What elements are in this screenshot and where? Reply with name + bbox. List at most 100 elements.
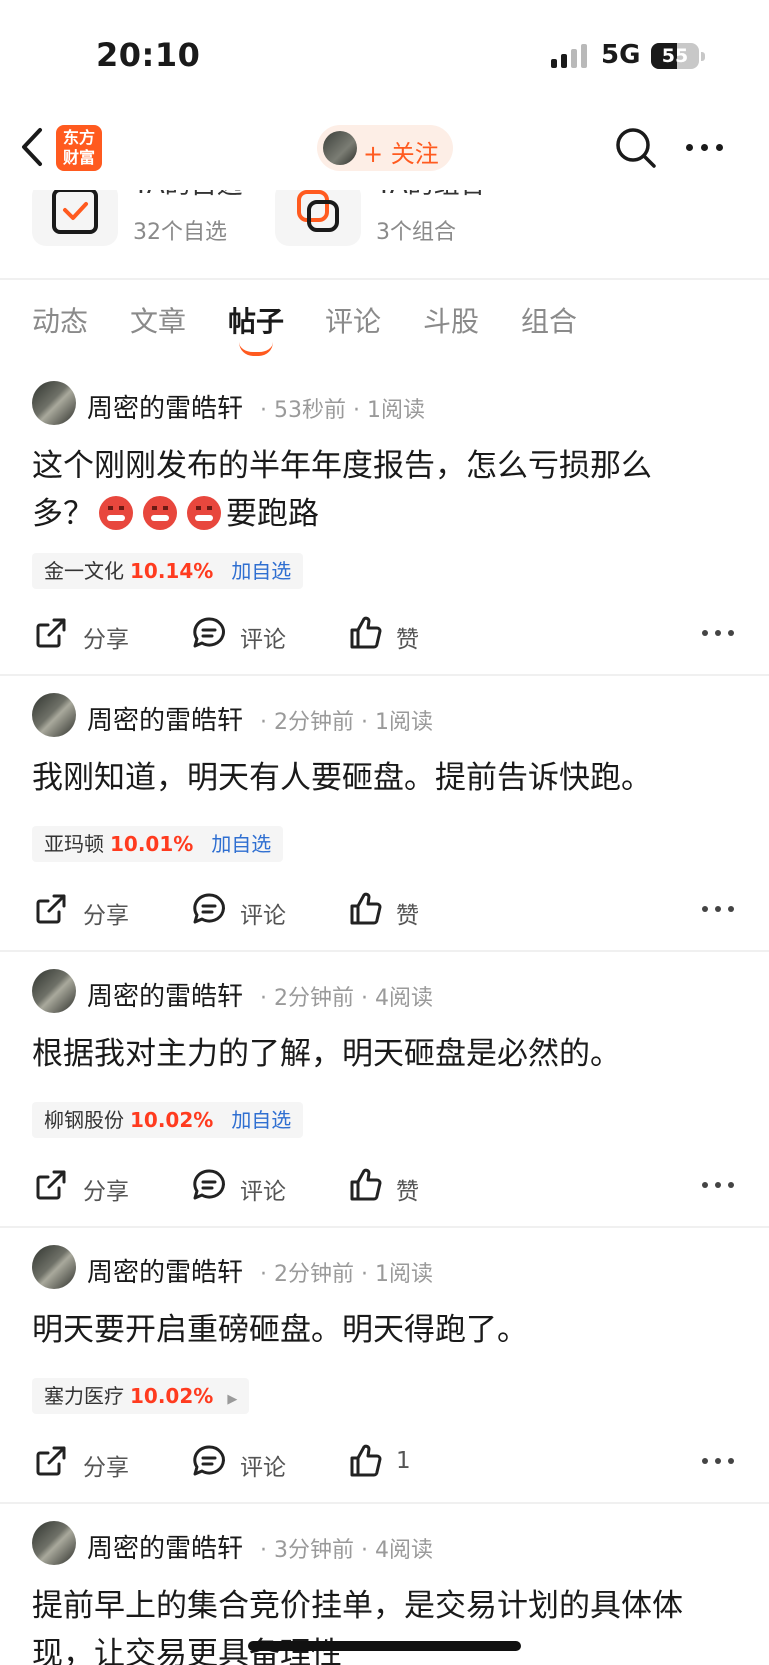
share-icon[interactable] <box>32 614 70 652</box>
stock-tag[interactable]: 塞力医疗 10.02% ▶ <box>32 1378 250 1414</box>
thumbs-up-icon[interactable] <box>346 614 384 652</box>
thumbs-up-icon[interactable] <box>346 1166 384 1204</box>
top-navigation-bar: 东方 财富 + 关注 <box>0 110 769 190</box>
post-time: 53秒前 <box>274 398 346 423</box>
like-label[interactable]: 赞 <box>396 620 419 654</box>
post-content[interactable]: 这个刚刚发布的半年年度报告，怎么亏损那么 多？ 要跑路 <box>32 442 732 538</box>
search-icon[interactable] <box>612 124 660 172</box>
comment-label[interactable]: 评论 <box>240 1172 286 1206</box>
post-more-icon[interactable] <box>702 906 734 914</box>
comment-icon[interactable] <box>190 1442 228 1480</box>
share-label[interactable]: 分享 <box>83 620 129 654</box>
post-author[interactable]: 周密的雷皓轩 <box>87 700 243 737</box>
stock-name: 柳钢股份 <box>44 1108 124 1132</box>
battery-tip <box>701 52 705 61</box>
share-icon[interactable] <box>32 1166 70 1204</box>
post-reads: 4阅读 <box>374 1538 433 1563</box>
stock-change: 10.02% <box>130 1108 214 1132</box>
post-more-icon[interactable] <box>702 630 734 638</box>
logo-text-line1: 东方 <box>62 128 95 147</box>
post-meta: · 53秒前 · 1阅读 <box>260 398 425 423</box>
tab-portfolios[interactable]: 组合 <box>521 300 577 340</box>
post-time: 2分钟前 <box>274 710 354 735</box>
logo-text-line2: 财富 <box>62 148 95 167</box>
comment-label[interactable]: 评论 <box>240 896 286 930</box>
watchlist-card-icon[interactable] <box>32 190 118 246</box>
tab-articles[interactable]: 文章 <box>130 300 186 340</box>
portfolio-icon <box>297 190 339 232</box>
add-watchlist-link[interactable]: 加自选 <box>231 559 291 583</box>
tab-stock-battle[interactable]: 斗股 <box>423 300 479 340</box>
stock-change: 10.14% <box>130 559 214 583</box>
angry-face-icon <box>99 496 133 530</box>
post-time: 2分钟前 <box>274 1262 354 1287</box>
comment-label[interactable]: 评论 <box>240 620 286 654</box>
back-arrow-icon[interactable] <box>14 124 54 170</box>
thumbs-up-icon[interactable] <box>346 1442 384 1480</box>
post-reads: 1阅读 <box>374 710 433 735</box>
post-author[interactable]: 周密的雷皓轩 <box>87 1528 243 1565</box>
portfolio-card-title: TA的组合 <box>376 190 486 201</box>
post-item[interactable]: 周密的雷皓轩 · 53秒前 · 1阅读 这个刚刚发布的半年年度报告，怎么亏损那么… <box>0 364 769 676</box>
avatar[interactable] <box>32 969 76 1013</box>
post-author[interactable]: 周密的雷皓轩 <box>87 976 243 1013</box>
stock-tag[interactable]: 亚玛顿 10.01% 加自选 <box>32 826 284 862</box>
share-icon[interactable] <box>32 1442 70 1480</box>
post-author[interactable]: 周密的雷皓轩 <box>87 1252 243 1289</box>
post-content[interactable]: 明天要开启重磅砸盘。明天得跑了。 <box>32 1306 732 1354</box>
post-content[interactable]: 我刚知道，明天有人要砸盘。提前告诉快跑。 <box>32 754 732 802</box>
post-meta: · 2分钟前 · 1阅读 <box>260 710 433 735</box>
share-label[interactable]: 分享 <box>83 1448 129 1482</box>
share-label[interactable]: 分享 <box>83 1172 129 1206</box>
post-author[interactable]: 周密的雷皓轩 <box>87 388 243 425</box>
like-label[interactable]: 赞 <box>396 896 419 930</box>
home-indicator[interactable] <box>248 1641 521 1651</box>
avatar[interactable] <box>32 381 76 425</box>
tab-dynamics[interactable]: 动态 <box>32 300 88 340</box>
portfolio-card-icon[interactable] <box>275 190 361 246</box>
follow-button[interactable]: + 关注 <box>317 125 453 171</box>
add-watchlist-link[interactable]: 加自选 <box>211 832 271 856</box>
post-meta: · 2分钟前 · 4阅读 <box>260 986 433 1011</box>
post-time: 3分钟前 <box>274 1538 354 1563</box>
add-watchlist-link[interactable]: 加自选 <box>231 1108 291 1132</box>
comment-icon[interactable] <box>190 890 228 928</box>
content-tabs: 动态 文章 帖子 评论 斗股 组合 <box>0 278 769 364</box>
post-content[interactable]: 根据我对主力的了解，明天砸盘是必然的。 <box>32 1030 732 1078</box>
post-item[interactable]: 周密的雷皓轩 · 2分钟前 · 1阅读 明天要开启重磅砸盘。明天得跑了。 塞力医… <box>0 1228 769 1504</box>
post-meta: · 2分钟前 · 1阅读 <box>260 1262 433 1287</box>
stock-name: 金一文化 <box>44 559 124 583</box>
post-reads: 1阅读 <box>366 398 425 423</box>
stock-change: 10.01% <box>110 832 194 856</box>
avatar[interactable] <box>32 1245 76 1289</box>
share-icon[interactable] <box>32 890 70 928</box>
share-label[interactable]: 分享 <box>83 896 129 930</box>
post-actions: 分享 评论 1 <box>0 1438 769 1488</box>
post-more-icon[interactable] <box>702 1458 734 1466</box>
play-arrow-icon[interactable]: ▶ <box>227 1392 237 1407</box>
like-label[interactable]: 赞 <box>396 1172 419 1206</box>
angry-face-icon <box>187 496 221 530</box>
comment-icon[interactable] <box>190 1166 228 1204</box>
app-logo[interactable]: 东方 财富 <box>56 125 102 171</box>
angry-face-icon <box>143 496 177 530</box>
thumbs-up-icon[interactable] <box>346 890 384 928</box>
more-options-icon[interactable] <box>684 136 726 156</box>
status-time: 20:10 <box>96 36 201 74</box>
stock-tag[interactable]: 金一文化 10.14% 加自选 <box>32 553 304 589</box>
post-more-icon[interactable] <box>702 1182 734 1190</box>
like-count[interactable]: 1 <box>396 1448 411 1474</box>
stock-tag[interactable]: 柳钢股份 10.02% 加自选 <box>32 1102 304 1138</box>
watchlist-card-sub: 32个自选 <box>133 220 227 245</box>
portfolio-card-sub: 3个组合 <box>376 220 456 245</box>
tab-posts[interactable]: 帖子 <box>228 300 284 340</box>
post-content[interactable]: 提前早上的集合竞价挂单，是交易计划的具体体 现，让交易更具备理性 <box>32 1582 732 1665</box>
avatar[interactable] <box>32 693 76 737</box>
comment-icon[interactable] <box>190 614 228 652</box>
avatar[interactable] <box>32 1521 76 1565</box>
tab-comments[interactable]: 评论 <box>325 300 381 340</box>
checkbox-icon <box>52 190 98 234</box>
post-item[interactable]: 周密的雷皓轩 · 2分钟前 · 1阅读 我刚知道，明天有人要砸盘。提前告诉快跑。… <box>0 676 769 952</box>
post-item[interactable]: 周密的雷皓轩 · 2分钟前 · 4阅读 根据我对主力的了解，明天砸盘是必然的。 … <box>0 952 769 1228</box>
comment-label[interactable]: 评论 <box>240 1448 286 1482</box>
